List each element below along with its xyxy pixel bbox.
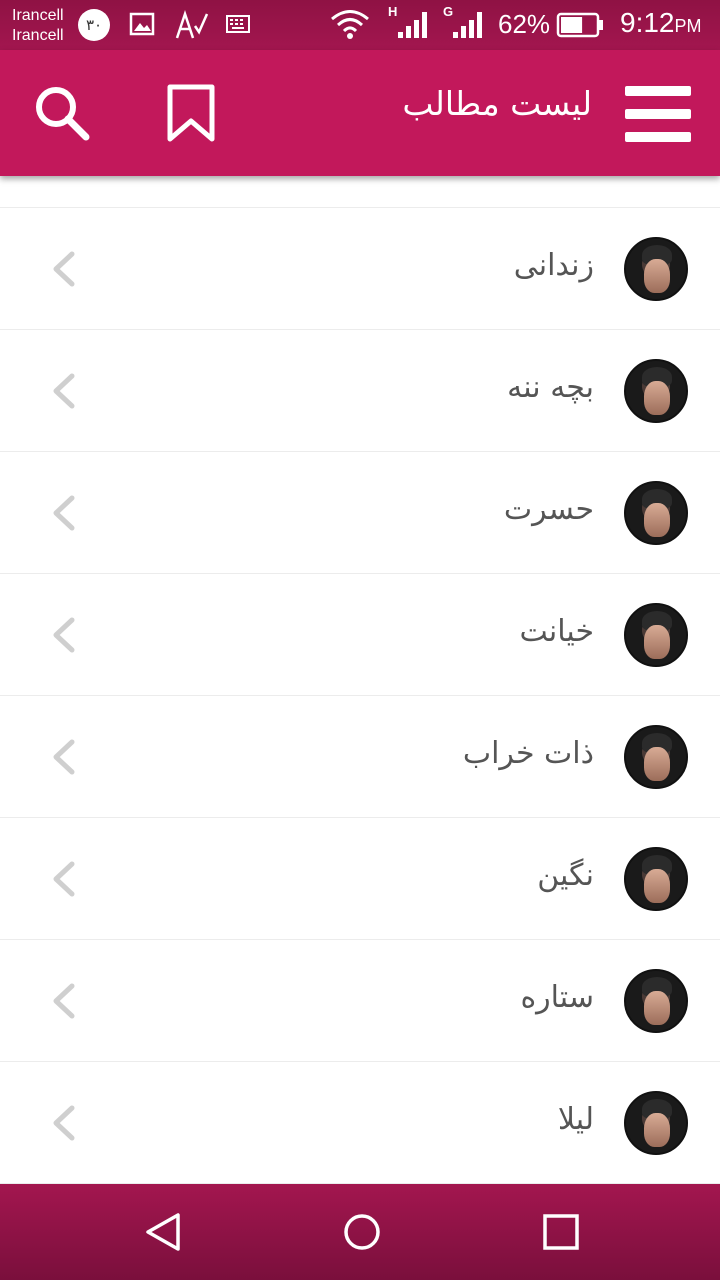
page-title: لیست مطالب — [402, 84, 592, 123]
wifi-icon — [331, 10, 369, 39]
chevron-left-icon — [53, 251, 75, 287]
list-item-label: حسرت — [503, 492, 594, 527]
chevron-left-icon — [53, 617, 75, 653]
bookmark-icon[interactable] — [166, 83, 216, 143]
list-items: زندانی بچه ننه حسرت خیانت ذات خراب نگین … — [0, 208, 720, 1184]
list-item[interactable]: لیلا — [0, 1062, 720, 1184]
list-item[interactable]: ستاره — [0, 940, 720, 1062]
spellcheck-notification-icon — [175, 10, 209, 39]
avatar — [624, 725, 688, 789]
recents-icon[interactable] — [541, 1212, 581, 1252]
list-item-partial — [0, 176, 720, 208]
chevron-left-icon — [53, 861, 75, 897]
back-icon[interactable] — [144, 1212, 184, 1252]
list-item-label: خیانت — [519, 614, 594, 649]
list-item-label: نگین — [537, 858, 594, 893]
list-item[interactable]: خیانت — [0, 574, 720, 696]
keyboard-notification-icon — [226, 15, 250, 33]
chevron-left-icon — [53, 983, 75, 1019]
chevron-left-icon — [53, 495, 75, 531]
signal-strength-2-icon — [453, 12, 482, 38]
list-item[interactable]: زندانی — [0, 208, 720, 330]
status-bar: Irancell Irancell ۳۰ H G 62% 9:12PM — [0, 0, 720, 50]
app-bar: لیست مطالب — [0, 50, 720, 176]
list-item[interactable]: ذات خراب — [0, 696, 720, 818]
list-item-label: لیلا — [557, 1102, 594, 1137]
content-list: زندانی بچه ننه حسرت خیانت ذات خراب نگین … — [0, 176, 720, 1184]
carrier-labels: Irancell Irancell — [12, 6, 64, 46]
chevron-left-icon — [53, 373, 75, 409]
list-item[interactable]: نگین — [0, 818, 720, 940]
avatar — [624, 1091, 688, 1155]
list-item[interactable]: بچه ننه — [0, 330, 720, 452]
avatar — [624, 969, 688, 1033]
list-item-label: بچه ننه — [507, 370, 594, 405]
carrier-1-label: Irancell — [12, 7, 64, 24]
avatar — [624, 481, 688, 545]
avatar — [624, 359, 688, 423]
chevron-left-icon — [53, 739, 75, 775]
list-item-label: ذات خراب — [462, 736, 594, 771]
chevron-left-icon — [53, 1105, 75, 1141]
clock-time: 9:12 — [620, 7, 675, 38]
search-icon[interactable] — [32, 83, 92, 143]
home-icon[interactable] — [342, 1212, 382, 1252]
carrier-2-label: Irancell — [12, 27, 64, 44]
clock-ampm: PM — [674, 16, 702, 36]
battery-percent: 62% — [498, 9, 551, 39]
avatar — [624, 237, 688, 301]
list-item-label: زندانی — [513, 248, 594, 283]
battery-icon — [556, 12, 603, 38]
clock: 9:12PM — [620, 7, 702, 39]
signal-strength-1-icon — [398, 12, 427, 38]
gallery-notification-icon — [129, 12, 155, 36]
battery-fill — [561, 17, 583, 33]
notification-badge: ۳۰ — [78, 9, 110, 41]
menu-icon[interactable] — [625, 86, 691, 142]
avatar — [624, 847, 688, 911]
avatar — [624, 603, 688, 667]
navigation-bar — [0, 1184, 720, 1280]
list-item-label: ستاره — [520, 980, 594, 1015]
list-item[interactable]: حسرت — [0, 452, 720, 574]
